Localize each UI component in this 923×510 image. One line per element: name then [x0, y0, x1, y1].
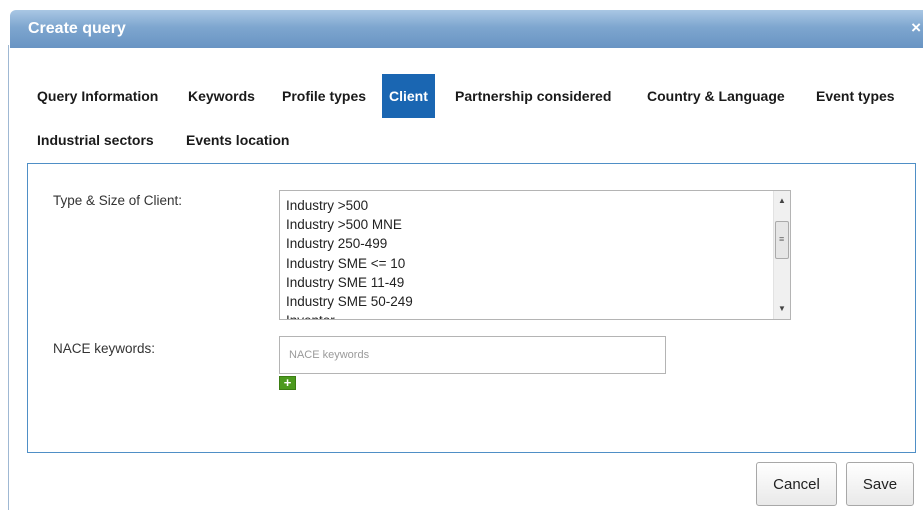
list-item[interactable]: Industry SME 11-49: [286, 273, 413, 292]
close-icon[interactable]: ×: [911, 18, 921, 38]
tab-profile-types[interactable]: Profile types: [275, 74, 373, 118]
list-item[interactable]: Industry >500 MNE: [286, 215, 413, 234]
list-item[interactable]: Industry >500: [286, 196, 413, 215]
create-query-dialog: Create query × Query Information Keyword…: [0, 0, 923, 510]
grip-icon: ≡: [779, 234, 785, 244]
scroll-up-icon[interactable]: ▲: [774, 193, 790, 209]
dialog-titlebar[interactable]: Create query ×: [10, 10, 923, 48]
list-item[interactable]: Industry 250-499: [286, 234, 413, 253]
tab-country-language[interactable]: Country & Language: [640, 74, 792, 118]
save-button[interactable]: Save: [846, 462, 914, 506]
list-item[interactable]: Inventor: [286, 311, 413, 319]
dialog-title: Create query: [28, 20, 126, 37]
scroll-thumb[interactable]: ≡: [775, 221, 789, 259]
cancel-button[interactable]: Cancel: [756, 462, 837, 506]
scroll-down-icon[interactable]: ▼: [774, 301, 790, 317]
client-tab-panel: Type & Size of Client: Industry >500 Ind…: [27, 163, 916, 453]
add-nace-keyword-button[interactable]: +: [279, 376, 296, 390]
list-item[interactable]: Industry SME 50-249: [286, 292, 413, 311]
dialog-border: [8, 45, 9, 510]
tab-event-types[interactable]: Event types: [809, 74, 902, 118]
nace-keywords-input[interactable]: [279, 336, 666, 374]
type-size-client-listbox[interactable]: Industry >500 Industry >500 MNE Industry…: [279, 190, 791, 320]
tab-query-information[interactable]: Query Information: [30, 74, 165, 118]
listbox-scrollbar[interactable]: ▲ ≡ ▼: [773, 191, 790, 319]
type-size-client-label: Type & Size of Client:: [53, 193, 183, 208]
nace-keywords-label: NACE keywords:: [53, 341, 156, 356]
tab-keywords[interactable]: Keywords: [181, 74, 262, 118]
tab-events-location[interactable]: Events location: [179, 118, 296, 162]
tab-client[interactable]: Client: [382, 74, 435, 118]
tab-industrial-sectors[interactable]: Industrial sectors: [30, 118, 161, 162]
tab-partnership-considered[interactable]: Partnership considered: [448, 74, 618, 118]
list-item[interactable]: Industry SME <= 10: [286, 254, 413, 273]
listbox-items: Industry >500 Industry >500 MNE Industry…: [286, 196, 413, 319]
